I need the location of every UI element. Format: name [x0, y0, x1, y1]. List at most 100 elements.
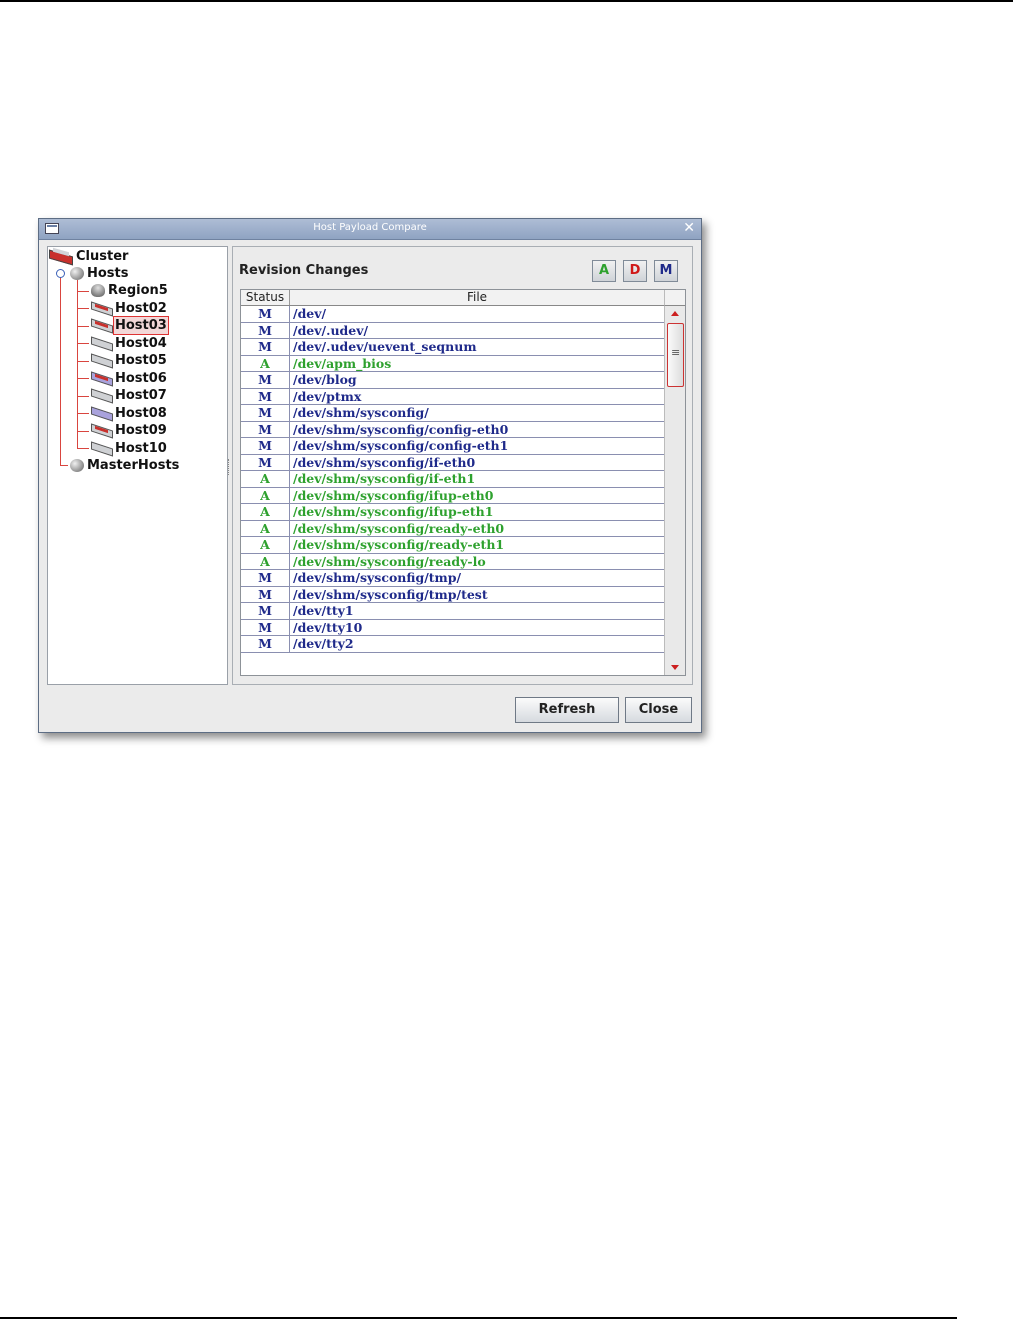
- host-icon: [90, 354, 112, 367]
- tree-node-host10[interactable]: Host10: [90, 440, 168, 457]
- filter-modified-button[interactable]: M: [654, 260, 678, 282]
- tree-connector: [77, 396, 89, 397]
- tree-node-host03[interactable]: Host03: [90, 316, 169, 335]
- file-path-cell: /dev/shm/sysconfig/if-eth0: [293, 454, 476, 470]
- table-row[interactable]: M/dev/tty2: [241, 636, 664, 653]
- tree-connector: [60, 273, 61, 465]
- tree-node-cluster[interactable]: Cluster: [49, 248, 129, 265]
- host-icon: [90, 407, 112, 420]
- status-cell: A: [241, 537, 290, 553]
- tree-connector: [77, 413, 89, 414]
- tree-connector: [60, 465, 68, 466]
- table-row[interactable]: M/dev/shm/sysconfig/config-eth1: [241, 438, 664, 455]
- host-tree-panel: Cluster Hosts Region5 Host02 Host03 Host…: [47, 246, 228, 685]
- table-row[interactable]: M/dev/shm/sysconfig/config-eth0: [241, 421, 664, 438]
- file-path-cell: /dev/shm/sysconfig/ready-eth0: [293, 520, 505, 536]
- column-header-file[interactable]: File: [290, 290, 664, 305]
- page-top-rule: [0, 0, 1013, 2]
- status-cell: A: [241, 471, 290, 487]
- tree-connector: [77, 378, 89, 379]
- table-row[interactable]: M/dev/.udev/uevent_seqnum: [241, 339, 664, 356]
- hosts-expander-icon[interactable]: [56, 269, 65, 278]
- tree-connector: [77, 343, 89, 344]
- tree-connector: [77, 326, 89, 327]
- status-cell: M: [241, 306, 290, 322]
- table-row[interactable]: M/dev/shm/sysconfig/tmp/: [241, 570, 664, 587]
- filter-deleted-button[interactable]: D: [623, 260, 647, 282]
- tree-node-host07[interactable]: Host07: [90, 387, 168, 404]
- host-icon: [90, 442, 112, 455]
- host-icon: [90, 302, 112, 315]
- table-row[interactable]: M/dev/tty1: [241, 603, 664, 620]
- status-cell: A: [241, 355, 290, 372]
- cluster-icon: [49, 250, 73, 263]
- window-title: Host Payload Compare: [313, 222, 427, 233]
- file-path-cell: /dev/tty1: [293, 603, 354, 618]
- host-icon: [90, 389, 112, 402]
- tree-node-host04[interactable]: Host04: [90, 335, 168, 352]
- table-row[interactable]: A/dev/shm/sysconfig/if-eth1: [241, 471, 664, 488]
- page-bottom-rule: [0, 1317, 957, 1319]
- tree-node-host09[interactable]: Host09: [90, 422, 168, 439]
- table-vertical-scrollbar[interactable]: [664, 306, 685, 675]
- status-cell: M: [241, 405, 290, 421]
- table-header-corner: [664, 290, 685, 306]
- tree-connector: [77, 291, 89, 292]
- status-cell: M: [241, 421, 290, 438]
- file-path-cell: /dev/blog: [293, 372, 357, 387]
- close-button[interactable]: Close: [625, 697, 692, 723]
- status-cell: A: [241, 520, 290, 537]
- status-cell: M: [241, 636, 290, 652]
- scroll-up-arrow-icon[interactable]: [665, 306, 685, 320]
- filter-added-button[interactable]: A: [592, 260, 616, 282]
- file-path-cell: /dev/apm_bios: [293, 355, 392, 371]
- file-path-cell: /dev/shm/sysconfig/tmp/: [293, 570, 462, 585]
- file-path-cell: /dev/shm/sysconfig/config-eth1: [293, 438, 509, 453]
- window-close-icon[interactable]: ✕: [683, 220, 695, 236]
- column-header-status[interactable]: Status: [241, 290, 290, 305]
- tree-node-host08[interactable]: Host08: [90, 405, 168, 422]
- host-icon: [90, 319, 112, 332]
- tree-node-masterhosts[interactable]: MasterHosts: [70, 457, 180, 474]
- file-path-cell: /dev/shm/sysconfig/: [293, 405, 429, 420]
- tree-connector: [77, 431, 89, 432]
- table-row[interactable]: M/dev/: [241, 306, 664, 323]
- revision-table: Status File M/dev/M/dev/.udev/M/dev/.ude…: [240, 289, 686, 676]
- table-row[interactable]: M/dev/.udev/: [241, 322, 664, 339]
- table-row[interactable]: A/dev/shm/sysconfig/ready-lo: [241, 553, 664, 570]
- tree-node-region5[interactable]: Region5: [91, 282, 169, 299]
- table-row[interactable]: A/dev/shm/sysconfig/ifup-eth0: [241, 487, 664, 504]
- tree-node-host05[interactable]: Host05: [90, 352, 168, 369]
- table-row[interactable]: M/dev/ptmx: [241, 388, 664, 405]
- scroll-thumb[interactable]: [667, 323, 684, 387]
- refresh-button[interactable]: Refresh: [515, 697, 619, 723]
- tree-node-host02[interactable]: Host02: [90, 300, 168, 317]
- table-row[interactable]: M/dev/shm/sysconfig/: [241, 405, 664, 422]
- file-path-cell: /dev/shm/sysconfig/if-eth1: [293, 471, 476, 486]
- table-row[interactable]: A/dev/shm/sysconfig/ready-eth0: [241, 520, 664, 537]
- table-row[interactable]: M/dev/blog: [241, 372, 664, 389]
- status-cell: M: [241, 454, 290, 471]
- status-cell: A: [241, 487, 290, 504]
- group-globe-icon: [70, 267, 84, 280]
- table-row[interactable]: M/dev/tty10: [241, 619, 664, 636]
- status-cell: M: [241, 322, 290, 339]
- status-cell: A: [241, 504, 290, 520]
- group-globe-icon: [70, 459, 84, 472]
- file-path-cell: /dev/.udev/uevent_seqnum: [293, 339, 477, 354]
- file-path-cell: /dev/shm/sysconfig/ready-eth1: [293, 537, 505, 552]
- table-row[interactable]: A/dev/shm/sysconfig/ifup-eth1: [241, 504, 664, 521]
- tree-node-hosts[interactable]: Hosts: [70, 265, 130, 282]
- window-titlebar[interactable]: Host Payload Compare ✕: [39, 219, 701, 240]
- file-path-cell: /dev/ptmx: [293, 388, 362, 404]
- file-path-cell: /dev/shm/sysconfig/tmp/test: [293, 586, 488, 602]
- tree-connector: [77, 448, 89, 449]
- table-body: M/dev/M/dev/.udev/M/dev/.udev/uevent_seq…: [241, 306, 664, 653]
- scroll-down-arrow-icon[interactable]: [665, 661, 685, 675]
- table-row[interactable]: A/dev/shm/sysconfig/ready-eth1: [241, 537, 664, 554]
- table-row[interactable]: A/dev/apm_bios: [241, 355, 664, 372]
- tree-node-host06[interactable]: Host06: [90, 370, 168, 387]
- table-row[interactable]: M/dev/shm/sysconfig/if-eth0: [241, 454, 664, 471]
- table-row[interactable]: M/dev/shm/sysconfig/tmp/test: [241, 586, 664, 603]
- status-cell: M: [241, 388, 290, 405]
